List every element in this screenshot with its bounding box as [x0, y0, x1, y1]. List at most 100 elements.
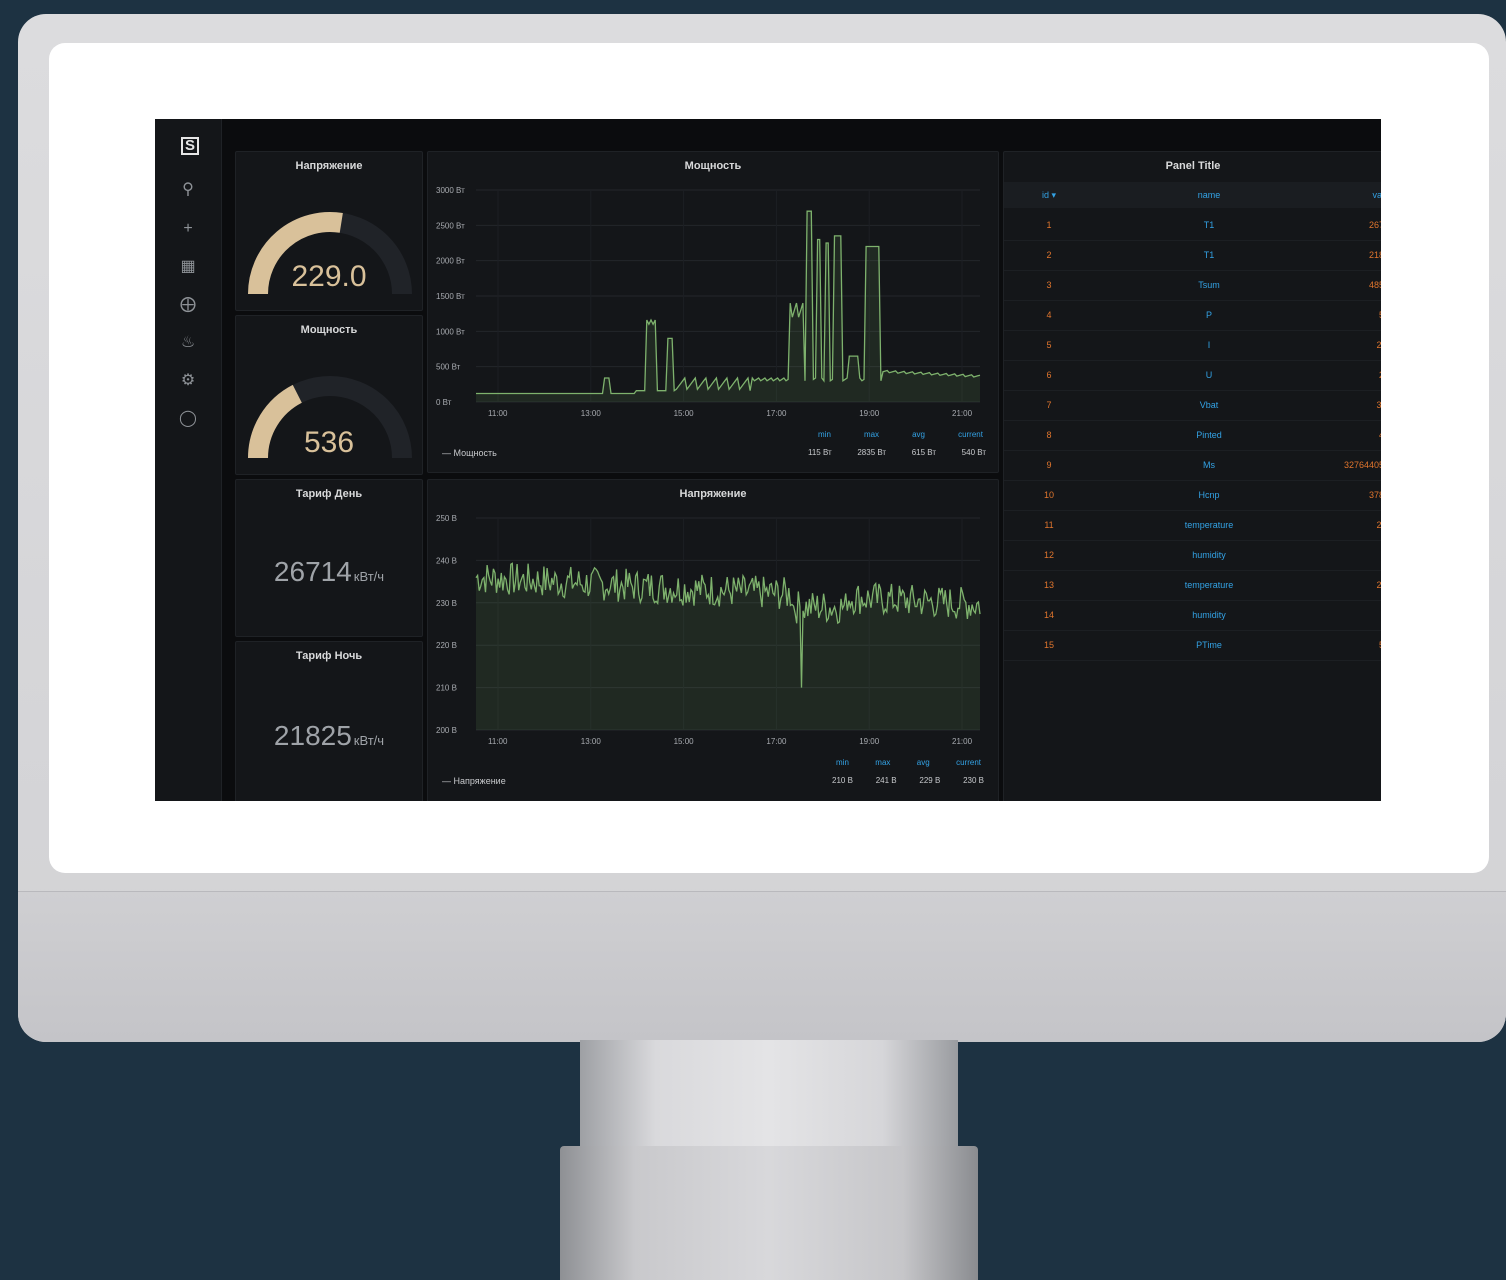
row-id: 4	[1046, 310, 1052, 320]
power-graph: 3000 Вт 2500 Вт 2000 Вт 1500 Вт 1000 Вт 500 В…	[436, 186, 981, 418]
graph-panel-power[interactable]: Мощность 3000 Вт 2500 Вт 2000 Вт 1500 Вт 100…	[427, 151, 999, 473]
stat-value: 21825 кВт/ч	[236, 720, 422, 752]
gauge-panel-power[interactable]: Мощность 536	[235, 315, 423, 475]
monitor-chin	[18, 891, 1506, 1042]
stat-value: 2835 Вт	[857, 448, 887, 457]
stat-value: 230 В	[963, 776, 984, 785]
series-area	[476, 211, 980, 402]
table-row: 12humidity40	[1004, 540, 1381, 571]
row-value: 3276440552	[1343, 460, 1381, 470]
table-row: 7Vbat3.98	[1004, 390, 1381, 421]
row-value: 26714	[1368, 220, 1381, 230]
table-row: 10Hcnp37864	[1004, 480, 1381, 511]
logo-icon[interactable]: S	[181, 137, 199, 155]
row-id: 7	[1046, 400, 1052, 410]
column-header-id[interactable]: id ▾	[1034, 190, 1064, 201]
dashboards-icon[interactable]: ▦	[177, 256, 199, 278]
x-tick-label: 19:00	[859, 409, 880, 418]
x-tick-label: 11:00	[488, 409, 508, 418]
row-value: 48539	[1368, 280, 1381, 290]
stat-panel-day[interactable]: Тариф День 26714 кВт/ч	[235, 479, 423, 637]
stat-panel-night[interactable]: Тариф Ночь 21825 кВт/ч	[235, 641, 423, 801]
sidebar: S ⚲ + ▦ ⨁ ♨ ⚙ ◯	[155, 119, 222, 801]
table-row: 5I2.46	[1004, 330, 1381, 361]
settings-gear-icon[interactable]: ⚙	[177, 370, 199, 392]
y-tick-label: 250 В	[436, 514, 457, 523]
stat-label: current	[956, 758, 981, 767]
x-tick-label: 21:00	[952, 737, 973, 746]
x-tick-label: 15:00	[674, 737, 695, 746]
gauge-value: 229.0	[291, 260, 367, 293]
row-value: 495	[1254, 430, 1381, 440]
plus-icon[interactable]: +	[177, 218, 199, 240]
y-tick-label: 200 В	[436, 726, 457, 735]
table-row: 9Ms3276440552	[1004, 450, 1381, 481]
stat-value: 26714 кВт/ч	[236, 556, 422, 588]
legend-stats-values: 210 В 241 В 229 В 230 В	[832, 776, 984, 785]
panel-title: Panel Title	[1165, 160, 1221, 172]
y-tick-label: 2500 Вт	[436, 221, 465, 230]
row-value: 21825	[1368, 250, 1381, 260]
y-tick-label: 500 Вт	[436, 363, 461, 372]
graph-panel-voltage[interactable]: Напряжение 250 В 240 В 230 В 220 В 210 В 200 …	[427, 479, 999, 801]
series-line[interactable]	[476, 210, 981, 395]
row-value: 229	[1254, 370, 1381, 380]
row-value: 3.98	[1376, 400, 1381, 410]
y-tick-label: 230 В	[436, 599, 457, 608]
row-id: 3	[1046, 280, 1052, 290]
row-value: 536	[1254, 310, 1381, 320]
stat-value: 115 Вт	[808, 448, 832, 457]
stat-number: 21825	[273, 720, 352, 751]
table-row: 8Pinted495	[1004, 420, 1381, 451]
table-row: 1T126714	[1004, 210, 1381, 241]
column-header-value[interactable]: value	[1254, 190, 1381, 200]
x-tick-label: 17:00	[766, 737, 787, 746]
legend-stats-header: min max avg current	[836, 758, 981, 767]
alert-bell-icon[interactable]: ♨	[177, 332, 199, 354]
search-icon[interactable]: ⚲	[177, 179, 199, 201]
stat-label: avg	[916, 758, 930, 767]
row-value: 2.98	[1376, 580, 1381, 590]
table-panel[interactable]: Panel Title id ▾ name value 1T1267142T12…	[1003, 151, 1381, 801]
gauge-panel-voltage[interactable]: Напряжение 229.0	[235, 151, 423, 311]
row-value: 37864	[1368, 490, 1381, 500]
row-id: 5	[1046, 340, 1052, 350]
stat-value: 241 В	[875, 776, 897, 785]
voltage-graph: 250 В 240 В 230 В 220 В 210 В 200 В 11:00 13:00…	[436, 514, 981, 746]
table-row: 15PTime536	[1004, 630, 1381, 661]
row-id: 8	[1046, 430, 1052, 440]
stat-unit: кВт/ч	[353, 569, 385, 584]
dashboard-screen: S ⚲ + ▦ ⨁ ♨ ⚙ ◯ Напряжение 229.0 Мощност…	[155, 119, 1381, 801]
explore-icon[interactable]: ⨁	[177, 294, 199, 316]
table-row: 11temperature20.3	[1004, 510, 1381, 541]
shield-icon[interactable]: ◯	[177, 408, 199, 430]
y-tick-label: 2000 Вт	[436, 257, 465, 266]
series-legend[interactable]: — Напряжение	[442, 776, 506, 786]
panel-title: Тариф День	[295, 488, 363, 500]
x-tick-label: 11:00	[488, 737, 508, 746]
stat-value: 615 Вт	[911, 448, 937, 457]
x-tick-label: 17:00	[766, 409, 787, 418]
series-legend[interactable]: — Мощность	[442, 448, 497, 458]
y-tick-label: 0 Вт	[436, 398, 452, 407]
monitor-stand-neck	[580, 1040, 958, 1150]
row-id: 2	[1046, 250, 1052, 260]
y-tick-label: 3000 Вт	[436, 186, 465, 195]
table-header: id ▾ name value	[1004, 182, 1381, 208]
row-id: 14	[1043, 610, 1054, 620]
row-value: 40	[1254, 550, 1381, 560]
table-row: 14humidity80	[1004, 600, 1381, 631]
stat-number: 26714	[273, 556, 352, 587]
row-value: 80	[1254, 610, 1381, 620]
row-id: 12	[1043, 550, 1054, 560]
monitor-stand-base	[560, 1146, 978, 1280]
table-row: 13temperature2.98	[1004, 570, 1381, 601]
panel-title: Тариф Ночь	[295, 650, 363, 662]
legend-stats-header: min max avg current	[818, 430, 983, 439]
stat-value: 210 В	[832, 776, 853, 785]
stat-value: 229 В	[919, 776, 941, 785]
row-id: 15	[1043, 640, 1054, 650]
gauge-value: 536	[303, 426, 355, 459]
x-tick-label: 15:00	[674, 409, 695, 418]
y-tick-label: 1000 Вт	[436, 327, 465, 336]
